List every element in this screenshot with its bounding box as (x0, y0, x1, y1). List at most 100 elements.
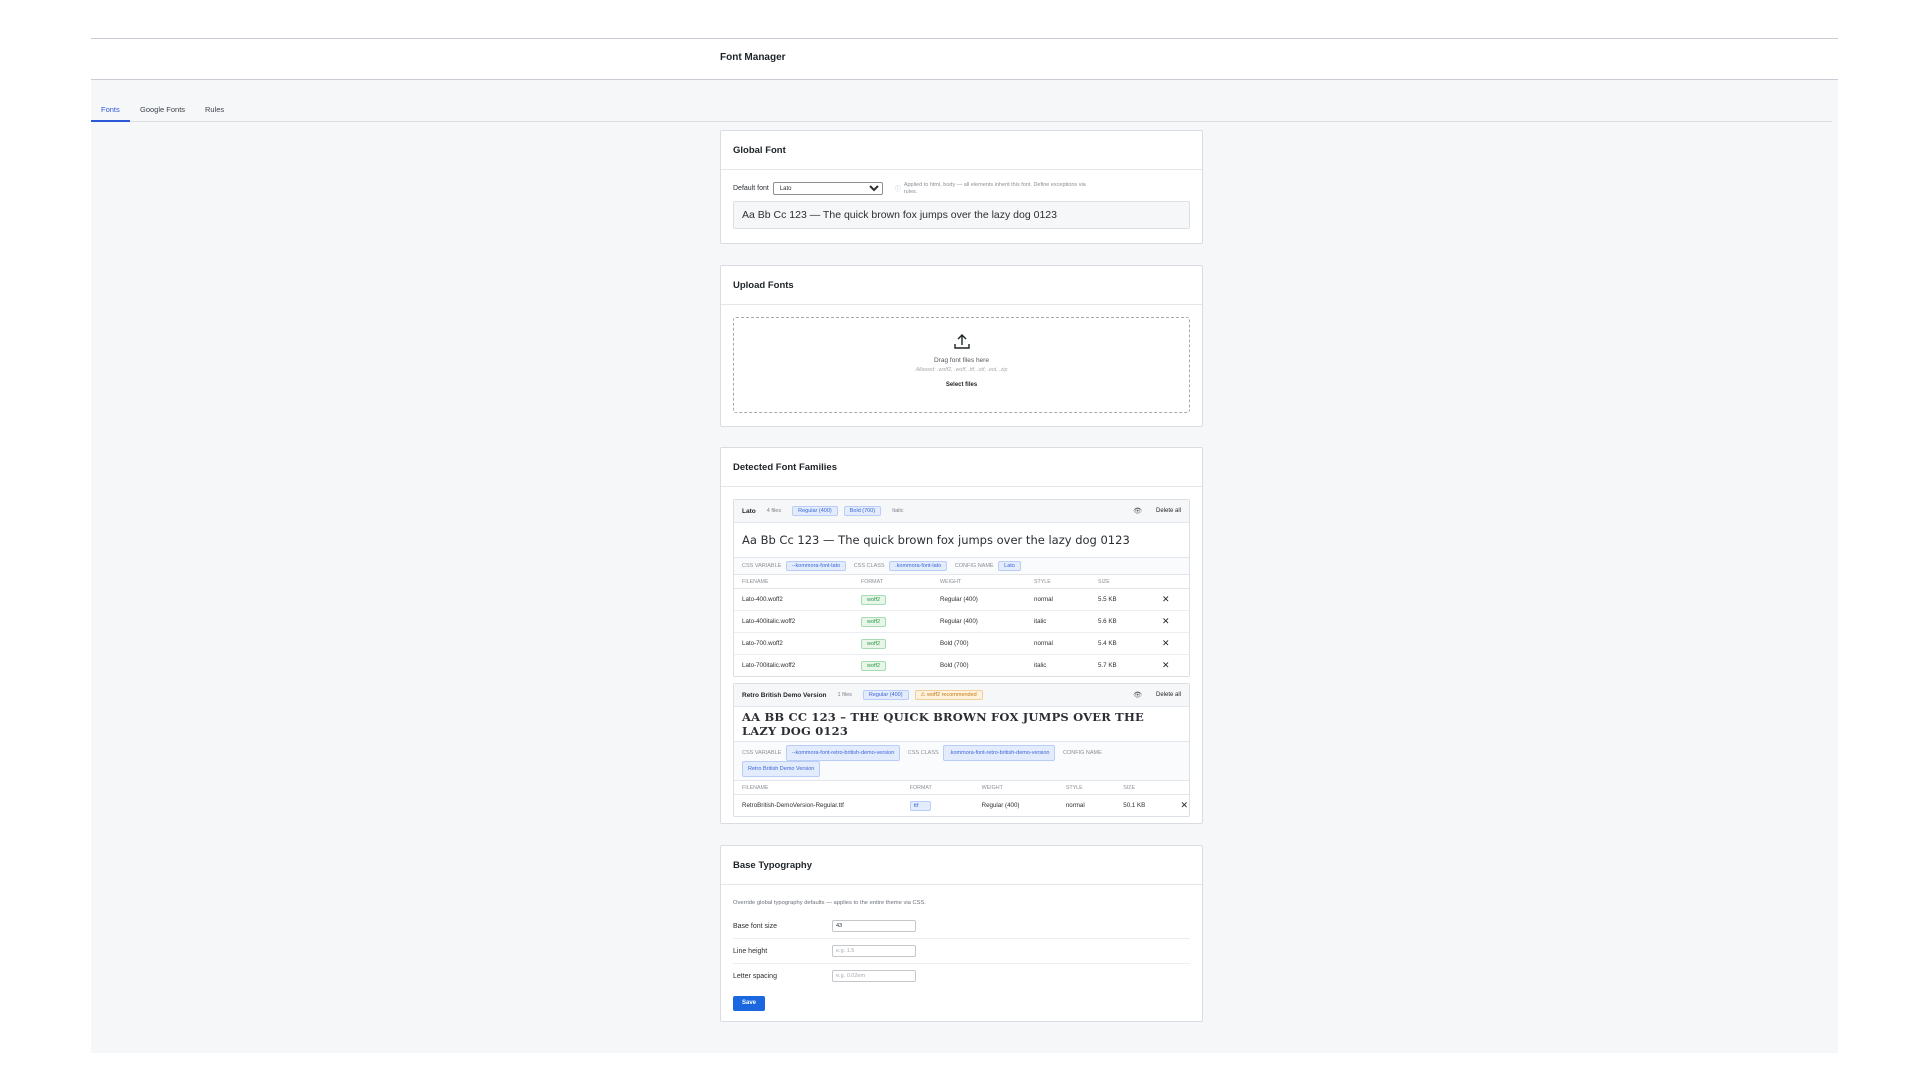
tab-fonts[interactable]: Fonts (91, 105, 130, 122)
base-typography-title: Base Typography (721, 846, 1202, 885)
config-name-label: CONFIG NAME (954, 563, 994, 569)
file-style: normal (1026, 632, 1090, 655)
family-name: Retro British Demo Version (742, 691, 827, 699)
file-name: Lato-400.woff2 (734, 588, 853, 611)
file-size: 5.4 KB (1090, 632, 1154, 655)
delete-all-button[interactable]: Delete all (1156, 508, 1181, 514)
column-header (1172, 781, 1189, 795)
column-header: FILENAME (734, 575, 853, 589)
close-icon[interactable]: ✕ (1180, 800, 1188, 810)
column-header: SIZE (1115, 781, 1173, 795)
eye-icon[interactable]: 👁 (1133, 507, 1142, 515)
column-header: WEIGHT (973, 781, 1058, 795)
column-header: FORMAT (853, 575, 932, 589)
css-class-label: CSS CLASS (853, 563, 885, 569)
page-title: Font Manager (720, 52, 786, 63)
close-icon[interactable]: ✕ (1162, 660, 1170, 670)
family-header: Lato 4 files Regular (400) Bold (700) It… (734, 500, 1189, 523)
letter-spacing-row: Letter spacing (733, 964, 1190, 988)
file-name: RetroBritish-DemoVersion-Regular.ttf (742, 802, 844, 809)
config-name-value: Lato (998, 561, 1021, 571)
file-style: normal (1065, 802, 1085, 809)
family-meta: CSS VARIABLE --kommora-font-retro-britis… (734, 742, 1189, 781)
save-button[interactable]: Save (733, 995, 765, 1011)
file-format-cell: woff2 (853, 632, 932, 655)
file-style: italic (1026, 610, 1090, 633)
family-preview: AA BB CC 123 – THE QUICK BROWN FOX JUMPS… (734, 707, 1189, 742)
upload-fonts-title: Upload Fonts (721, 266, 1202, 305)
file-format-cell: woff2 (853, 610, 932, 633)
file-weight: Bold (700) (932, 632, 1026, 655)
file-count: 1 files (837, 692, 852, 698)
delete-all-button[interactable]: Delete all (1156, 692, 1181, 698)
close-icon[interactable]: ✕ (1162, 616, 1170, 626)
column-header: FORMAT (901, 781, 974, 795)
font-files-table: FILENAME FORMAT WEIGHT STYLE SIZE Lato-4… (734, 575, 1189, 676)
file-name: Lato-700.woff2 (734, 632, 853, 655)
file-format-cell: woff2 (853, 655, 932, 677)
family-preview: Aa Bb Cc 123 — The quick brown fox jumps… (734, 523, 1189, 558)
top-bar: Font Manager (91, 39, 1838, 80)
tab-bar: Fonts Google Fonts Rules (91, 101, 1832, 122)
letter-spacing-input[interactable] (832, 970, 916, 982)
column-header: FILENAME (734, 781, 902, 795)
base-typography-description: Override global typography defaults — ap… (733, 900, 927, 906)
css-variable-label: CSS VARIABLE (742, 563, 782, 569)
line-height-row: Line height (733, 939, 1190, 964)
css-variable-value: --kommora-font-lato (785, 561, 847, 571)
file-weight: Regular (400) (981, 802, 1020, 809)
global-font-preview: Aa Bb Cc 123 — The quick brown fox jumps… (733, 201, 1190, 229)
file-size: 5.7 KB (1098, 662, 1117, 669)
close-icon[interactable]: ✕ (1162, 594, 1170, 604)
global-font-title: Global Font (721, 131, 1202, 170)
tab-google-fonts[interactable]: Google Fonts (130, 105, 195, 120)
file-size: 5.6 KB (1090, 610, 1154, 633)
config-name-value: Retro British Demo Version (742, 761, 821, 777)
font-family-lato: Lato 4 files Regular (400) Bold (700) It… (733, 499, 1190, 677)
css-variable-label: CSS VARIABLE (742, 750, 782, 756)
file-count: 4 files (766, 508, 782, 514)
file-style: normal (1026, 588, 1090, 611)
font-family-retro-british: Retro British Demo Version 1 files Regul… (733, 683, 1190, 817)
line-height-label: Line height (733, 947, 768, 955)
format-badge: woff2 (861, 594, 887, 605)
close-icon[interactable]: ✕ (1162, 638, 1170, 648)
css-class-value: .kommora-font-retro-british-demo-version (943, 745, 1056, 761)
eye-icon[interactable]: 👁 (1133, 691, 1142, 699)
tab-rules[interactable]: Rules (195, 105, 234, 120)
column-header (1154, 575, 1189, 589)
column-header: SIZE (1090, 575, 1154, 589)
weight-badge: Regular (400) (792, 506, 838, 516)
weight-badge: Regular (400) (862, 690, 909, 700)
file-style: italic (1034, 662, 1047, 669)
file-size: 5.5 KB (1090, 588, 1154, 611)
table-row: Lato-400italic.woff2 woff2 Regular (400)… (734, 610, 1189, 633)
detected-families-title: Detected Font Families (721, 448, 1202, 487)
format-badge: woff2 (861, 660, 887, 671)
format-badge: woff2 (861, 616, 887, 627)
format-badge: ttf (909, 800, 932, 811)
table-row: Lato-700italic.woff2 woff2 Bold (700) it… (734, 655, 1189, 677)
allowed-formats-text: Allowed: .woff2, .woff, .ttf, .otf, .eot… (915, 367, 1008, 373)
format-badge: woff2 (861, 638, 887, 649)
file-weight: Regular (400) (932, 588, 1026, 611)
select-files-button[interactable]: Select files (940, 381, 983, 389)
font-files-table: FILENAME FORMAT WEIGHT STYLE SIZE RetroB… (734, 781, 1189, 816)
base-typography-card: Base Typography Override global typograp… (720, 845, 1203, 1022)
global-font-card: Global Font Default font Lato ⓘ Applied … (720, 130, 1203, 244)
table-header-row: FILENAME FORMAT WEIGHT STYLE SIZE (734, 781, 1189, 795)
file-format-cell: woff2 (853, 588, 932, 611)
default-font-select[interactable]: Lato (772, 182, 883, 195)
base-font-size-input[interactable] (832, 920, 916, 932)
column-header: WEIGHT (932, 575, 1026, 589)
file-weight: Regular (400) (932, 610, 1026, 633)
line-height-input[interactable] (832, 945, 916, 957)
font-drop-zone[interactable]: Drag font files here Allowed: .woff2, .w… (733, 317, 1190, 413)
detected-families-card: Detected Font Families Lato 4 files Regu… (720, 447, 1203, 824)
css-class-label: CSS CLASS (907, 750, 939, 756)
info-icon: ⓘ (894, 187, 901, 193)
table-row: Lato-700.woff2 woff2 Bold (700) normal 5… (734, 632, 1189, 655)
base-font-size-row: Base font size (733, 914, 1190, 939)
config-name-label: CONFIG NAME (1062, 750, 1102, 756)
css-class-value: .kommora-font-lato (889, 561, 948, 571)
